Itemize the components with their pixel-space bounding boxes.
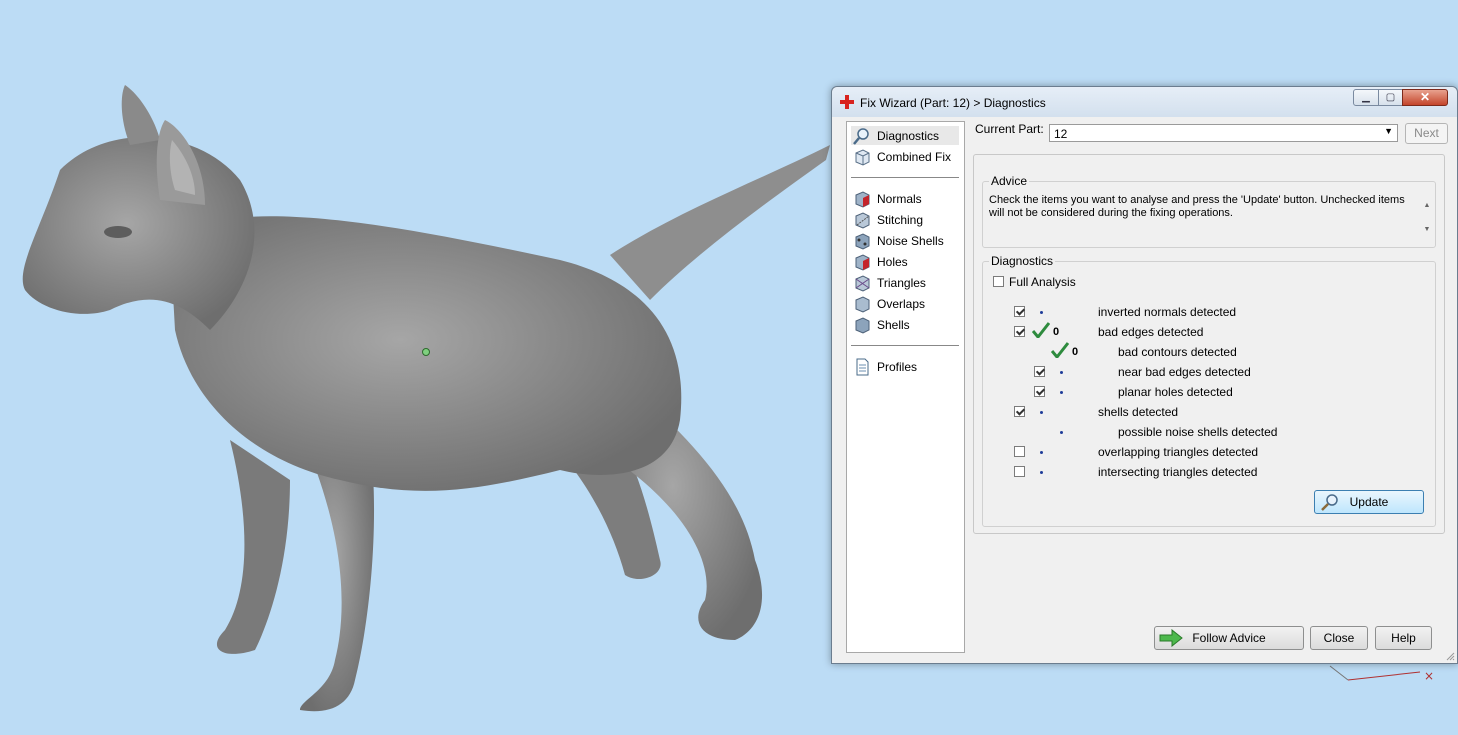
close-button[interactable]: Close	[1310, 626, 1368, 650]
update-label: Update	[1349, 495, 1389, 509]
nav-item-label: Shells	[877, 318, 910, 332]
magnifier-icon	[1321, 494, 1338, 511]
near-bad-edges-checkbox[interactable]	[1034, 366, 1045, 377]
next-button[interactable]: Next	[1405, 123, 1448, 144]
nav-item-label: Normals	[877, 192, 922, 206]
status-dot	[1060, 431, 1063, 434]
cube-icon	[855, 296, 870, 313]
current-part-value: 12	[1054, 127, 1068, 141]
status-dot	[1040, 411, 1043, 414]
nav-item-holes[interactable]: Holes	[851, 252, 959, 271]
update-button[interactable]: Update	[1314, 490, 1424, 514]
status-dot	[1040, 451, 1043, 454]
title-bar[interactable]: Fix Wizard (Part: 12) > Diagnostics ▁ ▢ …	[832, 87, 1457, 117]
cube-icon	[855, 317, 870, 334]
wizard-nav-list: Diagnostics Combined Fix Normals Stitchi…	[846, 121, 965, 653]
cube-icon	[855, 212, 870, 229]
maximize-button[interactable]: ▢	[1378, 89, 1403, 106]
full-analysis-label: Full Analysis	[1009, 275, 1076, 289]
nav-item-triangles[interactable]: Triangles	[851, 273, 959, 292]
red-cross-icon	[840, 95, 854, 109]
advice-group: Advice Check the items you want to analy…	[982, 174, 1436, 248]
nav-item-label: Profiles	[877, 360, 918, 374]
nav-item-label: Combined Fix	[877, 150, 952, 164]
intersecting-triangles-checkbox[interactable]	[1014, 466, 1025, 477]
inverted-normals-checkbox[interactable]	[1014, 306, 1025, 317]
diagnostics-title: Diagnostics	[989, 254, 1056, 268]
diag-row-label: near bad edges detected	[1118, 365, 1251, 379]
overlapping-triangles-checkbox[interactable]	[1014, 446, 1025, 457]
nav-item-stitching[interactable]: Stitching	[851, 210, 959, 229]
advice-text: Check the items you want to analyse and …	[989, 194, 1405, 219]
nav-item-label: Stitching	[877, 213, 924, 227]
diag-row-label: possible noise shells detected	[1118, 425, 1278, 439]
close-icon: ✕	[1419, 90, 1431, 104]
resize-grip-icon[interactable]	[1445, 651, 1455, 661]
minimize-button[interactable]: ▁	[1353, 89, 1379, 106]
close-window-button[interactable]: ✕	[1402, 89, 1448, 106]
nav-item-noise-shells[interactable]: Noise Shells	[851, 231, 959, 250]
nav-item-label: Holes	[877, 255, 908, 269]
green-arrow-icon	[1159, 629, 1183, 647]
current-part-select[interactable]: 12 ▼	[1049, 124, 1398, 142]
diag-row-label: inverted normals detected	[1098, 305, 1237, 319]
advice-title: Advice	[989, 174, 1030, 188]
current-part-label: Current Part:	[975, 122, 1044, 136]
nav-item-diagnostics[interactable]: Diagnostics	[851, 126, 959, 145]
cube-icon	[855, 191, 870, 208]
advice-scrollbar[interactable]: ▲ ▼	[1421, 194, 1433, 240]
diag-row-label: bad edges detected	[1098, 325, 1204, 339]
nav-item-shells[interactable]: Shells	[851, 315, 959, 334]
diag-row-label: intersecting triangles detected	[1098, 465, 1258, 479]
diagnostics-panel: Advice Check the items you want to analy…	[973, 154, 1445, 534]
cube-icon	[855, 275, 870, 292]
minimize-icon: ▁	[1362, 92, 1370, 103]
chevron-down-icon: ▼	[1384, 126, 1393, 136]
shells-checkbox[interactable]	[1014, 406, 1025, 417]
follow-advice-button[interactable]: Follow Advice	[1154, 626, 1304, 650]
nav-item-label: Overlaps	[877, 297, 926, 311]
diag-row-label: planar holes detected	[1118, 385, 1233, 399]
nav-item-normals[interactable]: Normals	[851, 189, 959, 208]
nav-item-label: Noise Shells	[877, 234, 944, 248]
cube-icon	[855, 233, 870, 250]
status-dot	[1060, 391, 1063, 394]
nav-item-label: Triangles	[877, 276, 926, 290]
diag-row-label: shells detected	[1098, 405, 1179, 419]
diag-row-label: bad contours detected	[1118, 345, 1237, 359]
status-dot	[1060, 371, 1063, 374]
svg-text:×: ×	[1424, 669, 1434, 683]
bad-edges-checkbox[interactable]	[1014, 326, 1025, 337]
green-check-icon	[1032, 322, 1050, 338]
full-analysis-checkbox[interactable]	[993, 276, 1004, 287]
magnifier-icon	[853, 128, 869, 145]
nav-item-label: Diagnostics	[877, 129, 940, 143]
cube-icon	[855, 254, 870, 271]
nav-item-profiles[interactable]: Profiles	[851, 357, 959, 376]
green-check-icon	[1051, 342, 1069, 358]
fix-wizard-dialog: Fix Wizard (Part: 12) > Diagnostics ▁ ▢ …	[831, 86, 1458, 664]
dog-3d-model[interactable]	[0, 0, 830, 735]
nav-divider	[851, 177, 959, 178]
follow-advice-label: Follow Advice	[1192, 631, 1266, 645]
bad-contours-count: 0	[1072, 346, 1079, 358]
maximize-icon: ▢	[1385, 92, 1396, 103]
help-button[interactable]: Help	[1375, 626, 1432, 650]
window-title: Fix Wizard (Part: 12) > Diagnostics	[860, 96, 1046, 110]
document-icon	[856, 358, 869, 376]
status-dot	[1040, 471, 1043, 474]
status-dot	[1040, 311, 1043, 314]
axis-indicator: ×	[1329, 665, 1434, 683]
diagnostics-group: Diagnostics Full Analysis inverted norma…	[982, 254, 1436, 527]
diag-row-label: overlapping triangles detected	[1098, 445, 1259, 459]
bad-edges-count: 0	[1053, 326, 1060, 338]
nav-item-combined-fix[interactable]: Combined Fix	[851, 147, 959, 166]
nav-divider	[851, 345, 959, 346]
nav-item-overlaps[interactable]: Overlaps	[851, 294, 959, 313]
planar-holes-checkbox[interactable]	[1034, 386, 1045, 397]
cube-icon	[855, 149, 870, 166]
